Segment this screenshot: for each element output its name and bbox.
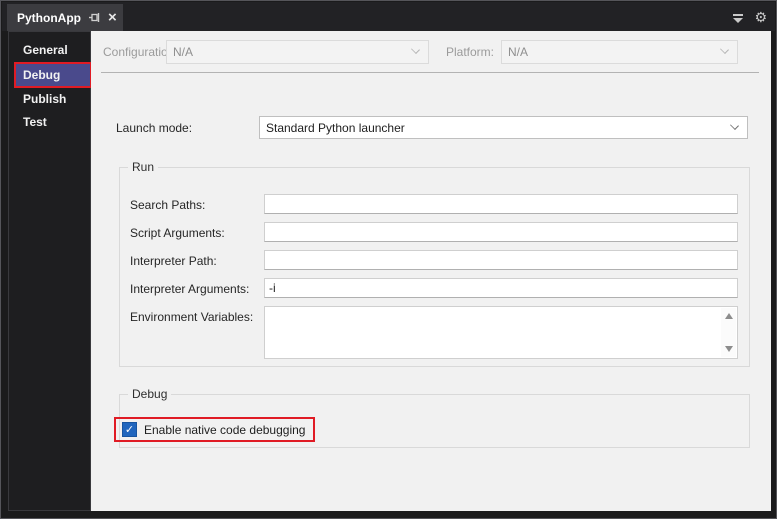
scroll-up-icon[interactable] (725, 313, 733, 319)
scroll-down-icon[interactable] (725, 346, 733, 352)
debug-group-title: Debug (128, 387, 172, 401)
close-icon[interactable]: × (108, 10, 117, 25)
configuration-dropdown[interactable]: N/A (166, 40, 429, 64)
tab-pythonapp[interactable]: PythonApp × (7, 4, 123, 31)
vertical-scrollbar[interactable] (721, 308, 736, 357)
document-list-dropdown-icon[interactable] (732, 12, 744, 24)
native-debugging-label: Enable native code debugging (144, 422, 306, 437)
platform-value: N/A (508, 45, 529, 59)
document-tab-bar: PythonApp × ⚙ (2, 2, 775, 31)
debug-groupbox: Debug ✓ Enable native code debugging (114, 387, 750, 448)
debug-properties-page: Configuration: N/A Platform: N/A Launch … (91, 31, 771, 511)
pin-icon[interactable] (88, 11, 101, 24)
gear-icon[interactable]: ⚙ (754, 11, 767, 25)
toolbar-separator (101, 72, 759, 73)
tab-bar-controls: ⚙ (732, 11, 767, 25)
chevron-down-icon (730, 120, 739, 130)
interpreter-path-label: Interpreter Path: (130, 254, 217, 268)
chevron-down-icon (411, 45, 420, 54)
project-properties-window: PythonApp × ⚙ General Debug Publish Test (0, 0, 777, 519)
launch-mode-dropdown[interactable]: Standard Python launcher (259, 116, 748, 139)
environment-variables-label: Environment Variables: (130, 310, 254, 324)
platform-label: Platform: (446, 45, 495, 59)
search-paths-label: Search Paths: (130, 198, 206, 212)
platform-dropdown[interactable]: N/A (501, 40, 738, 64)
interpreter-arguments-label: Interpreter Arguments: (130, 282, 250, 296)
run-groupbox: Run Search Paths: Script Arguments: Inte… (119, 160, 750, 367)
interpreter-arguments-input[interactable] (264, 278, 738, 298)
properties-nav-sidebar: General Debug Publish Test (8, 31, 92, 511)
tab-title: PythonApp (17, 10, 81, 25)
launch-mode-value: Standard Python launcher (266, 120, 405, 135)
configuration-value: N/A (173, 45, 194, 59)
search-paths-input[interactable] (264, 194, 738, 214)
sidebar-item-publish[interactable]: Publish (9, 88, 90, 111)
interpreter-path-input[interactable] (264, 250, 738, 270)
native-debugging-annotation: ✓ Enable native code debugging (114, 417, 316, 442)
launch-mode-label: Launch mode: (116, 121, 193, 135)
sidebar-item-general[interactable]: General (9, 39, 90, 62)
script-arguments-input[interactable] (264, 222, 738, 242)
chevron-down-icon (720, 45, 729, 54)
environment-variables-textarea[interactable] (264, 306, 738, 359)
run-group-title: Run (128, 160, 159, 174)
native-debugging-checkbox[interactable]: ✓ (122, 422, 137, 437)
sidebar-item-debug[interactable]: Debug (14, 62, 92, 88)
sidebar-item-test[interactable]: Test (9, 111, 90, 134)
script-arguments-label: Script Arguments: (130, 226, 225, 240)
